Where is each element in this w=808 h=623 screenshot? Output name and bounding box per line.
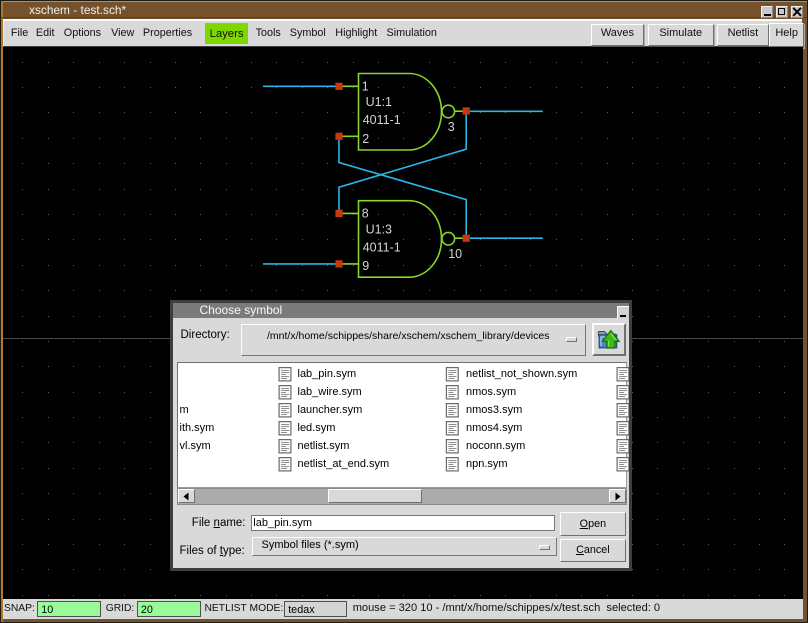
svg-text:2: 2 <box>362 132 369 146</box>
svg-text:9: 9 <box>362 259 369 273</box>
svg-text:U1:3: U1:3 <box>366 222 392 236</box>
svg-text:1: 1 <box>362 80 369 94</box>
svg-text:10: 10 <box>448 247 462 261</box>
svg-text:4011-1: 4011-1 <box>363 113 401 127</box>
svg-text:U1:1: U1:1 <box>366 95 392 109</box>
svg-text:8: 8 <box>362 206 369 220</box>
svg-text:4011-1: 4011-1 <box>363 240 401 254</box>
svg-text:3: 3 <box>448 120 455 134</box>
